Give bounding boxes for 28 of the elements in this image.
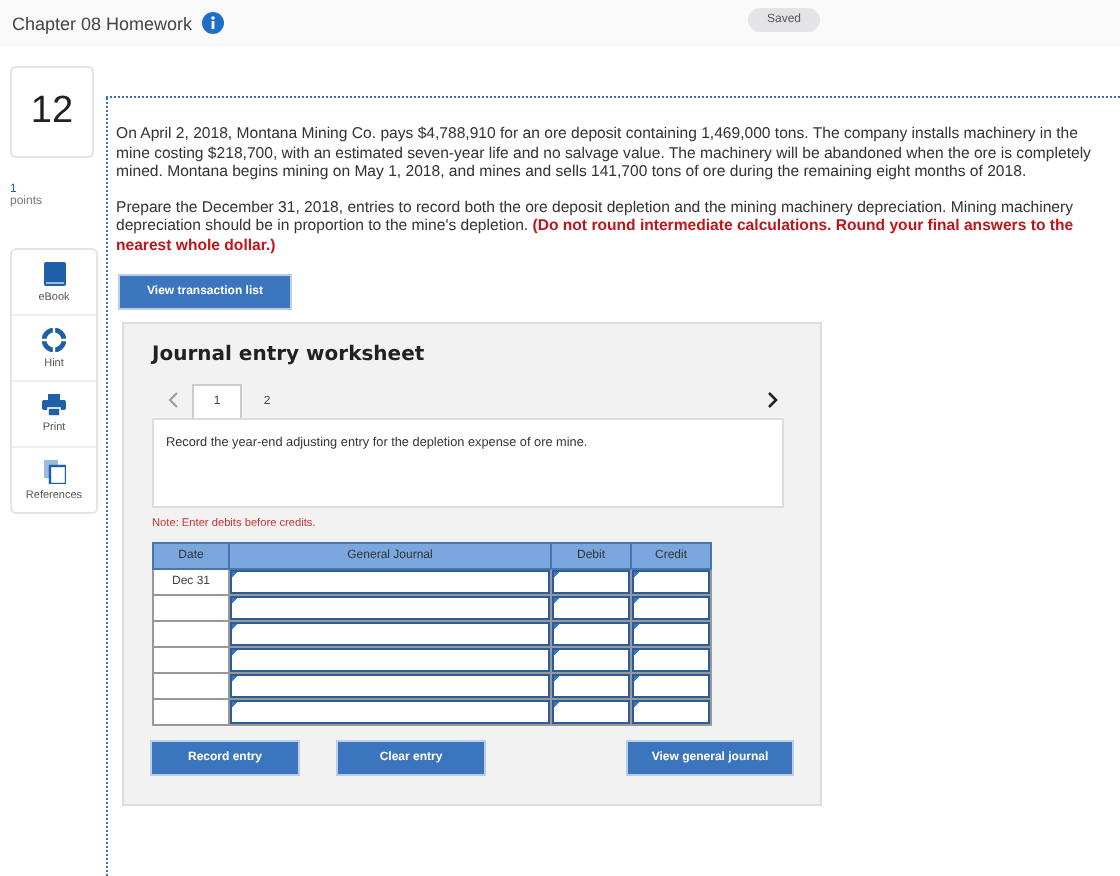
question-number: 12 <box>10 66 94 158</box>
info-icon[interactable] <box>202 12 225 34</box>
chevron-left-icon[interactable] <box>167 392 177 409</box>
entry-field[interactable] <box>552 621 630 646</box>
entry-field[interactable] <box>230 595 550 620</box>
entry-field[interactable] <box>632 569 710 594</box>
entry-field[interactable] <box>632 699 710 724</box>
entry-field[interactable] <box>552 595 630 620</box>
entry-field[interactable] <box>552 647 630 672</box>
documents-icon <box>43 459 65 483</box>
entry-field[interactable] <box>632 621 710 646</box>
entry-field[interactable] <box>552 699 630 724</box>
entry-field[interactable] <box>632 647 710 672</box>
book-icon <box>43 261 65 285</box>
entry-field[interactable] <box>230 621 550 646</box>
entry-field[interactable] <box>632 673 710 698</box>
worksheet-title: Journal entry worksheet <box>152 343 427 366</box>
chevron-right-icon[interactable] <box>767 392 777 409</box>
printer-icon <box>42 394 66 416</box>
entry-field[interactable] <box>230 569 550 594</box>
entry-field[interactable] <box>552 673 630 698</box>
page-title: Chapter 08 Homework <box>12 13 193 33</box>
entry-field[interactable] <box>632 595 710 620</box>
entry-field[interactable] <box>230 673 550 698</box>
entry-field[interactable] <box>552 569 630 594</box>
lifebuoy-icon <box>42 327 66 351</box>
entry-field[interactable] <box>230 699 550 724</box>
entry-field[interactable] <box>230 647 550 672</box>
